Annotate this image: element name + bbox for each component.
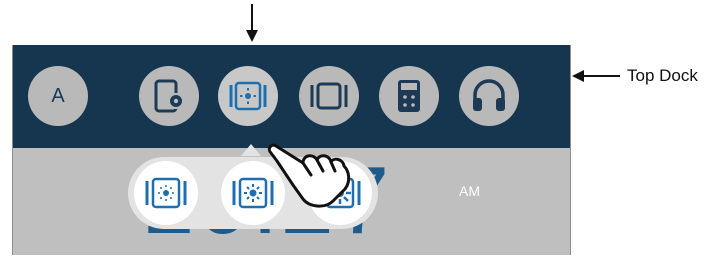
brightness-low-button[interactable]: [134, 161, 198, 225]
left-arrow-indicator: [572, 70, 620, 82]
avatar-button[interactable]: A: [28, 66, 88, 126]
down-arrow-indicator: [246, 4, 258, 42]
audio-button[interactable]: [459, 66, 519, 126]
popup-pointer: [241, 144, 261, 156]
keypad-button[interactable]: [379, 66, 439, 126]
headphones-icon: [473, 79, 505, 111]
tablet-gear-icon: [154, 79, 184, 113]
screen-frame-icon: [310, 82, 348, 110]
keypad-icon: [398, 80, 420, 112]
tap-hand-icon: [267, 143, 351, 208]
avatar-letter: A: [51, 84, 65, 107]
brightness-icon: [229, 81, 267, 111]
clock-meridiem: AM: [459, 183, 480, 199]
top-dock-label: Top Dock: [627, 66, 698, 85]
display-settings-button[interactable]: [139, 66, 199, 126]
brightness-low-icon: [145, 177, 187, 209]
screen-button[interactable]: [299, 66, 359, 126]
brightness-button[interactable]: [218, 66, 278, 126]
device-screen: A AM: [12, 45, 571, 255]
